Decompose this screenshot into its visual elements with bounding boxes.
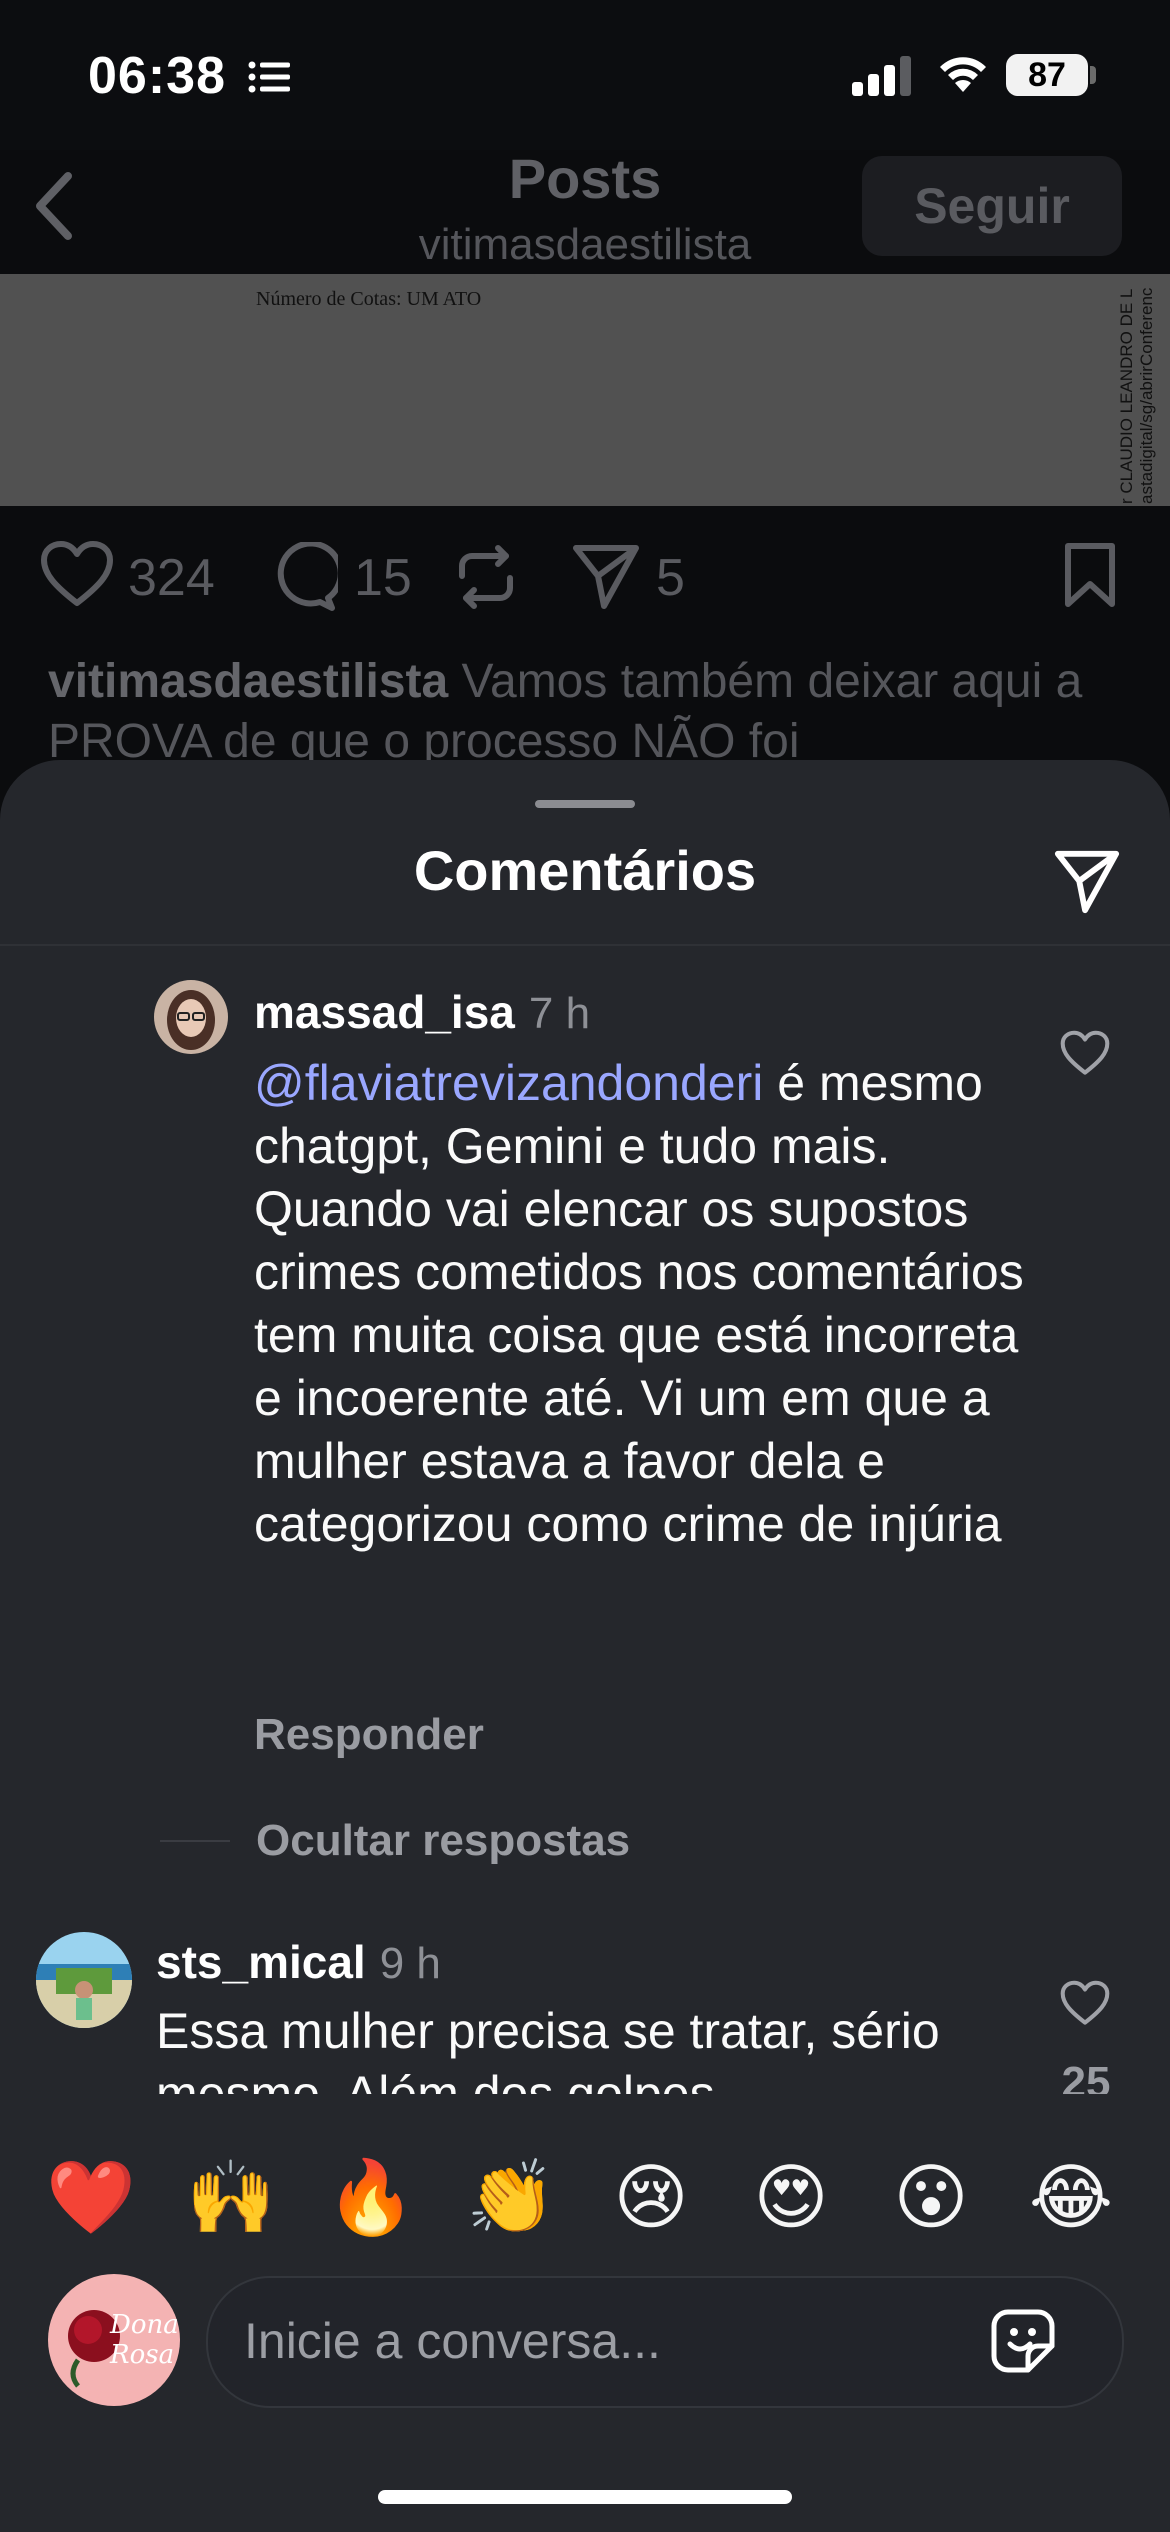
reaction-heart-eyes[interactable]: 😍	[746, 2152, 836, 2242]
comment-header: massad_isa 7 h	[254, 985, 590, 1039]
list-icon	[248, 60, 292, 99]
post-caption: vitimasdaestilista Vamos também deixar a…	[48, 652, 1128, 772]
comments-count: 15	[354, 549, 412, 607]
sheet-title: Comentários	[413, 839, 757, 902]
shares-count: 5	[656, 549, 685, 607]
share-comments-button[interactable]	[1052, 846, 1122, 921]
reaction-laughing-face[interactable]: 😂	[1026, 2152, 1116, 2242]
like-button[interactable]	[40, 540, 114, 613]
avatar[interactable]	[36, 1932, 132, 2028]
reaction-surprised-face[interactable]: 😮	[886, 2152, 976, 2242]
sheet-drag-handle[interactable]	[535, 800, 635, 808]
post-image	[0, 274, 1170, 506]
comment-like-button[interactable]	[1060, 1980, 1110, 2031]
battery-tip	[1090, 66, 1096, 84]
hide-replies-button[interactable]: Ocultar respostas	[256, 1816, 630, 1866]
heart-icon	[1060, 1030, 1110, 1075]
caption-username[interactable]: vitimasdaestilista	[48, 655, 448, 708]
home-indicator[interactable]	[378, 2490, 792, 2504]
post-image-side-text: r CLAUDIO LEANDRO DE L astadigital/sg/ab…	[1114, 276, 1170, 506]
heart-icon	[41, 541, 113, 606]
comment-text: Essa mulher precisa se tratar, sério mes…	[156, 2003, 940, 2094]
reaction-raising-hands[interactable]: 🙌	[186, 2152, 276, 2242]
sheet-divider	[0, 944, 1170, 946]
status-time: 06:38	[88, 47, 226, 105]
doc-side-line-1: r CLAUDIO LEANDRO DE L	[1117, 289, 1136, 504]
avatar-logo-text: Dona Rosa	[110, 2310, 179, 2370]
reply-button[interactable]: Responder	[254, 1710, 484, 1760]
reaction-fire[interactable]: 🔥	[326, 2152, 416, 2242]
likes-count: 324	[128, 549, 215, 607]
sticker-icon	[991, 2309, 1055, 2373]
comment-time: 9 h	[379, 1939, 441, 1988]
comment-header: sts_mical 9 h	[156, 1935, 441, 1989]
comment-icon	[277, 540, 344, 611]
comment-username[interactable]: massad_isa	[254, 986, 515, 1038]
comment-username[interactable]: sts_mical	[156, 1936, 366, 1988]
comment-button[interactable]	[268, 540, 344, 617]
comment-time: 7 h	[528, 989, 591, 1038]
reaction-crying-face[interactable]: 😢	[606, 2152, 696, 2242]
cellular-signal-icon	[852, 56, 914, 101]
comment-text: é mesmo chatgpt, Gemini e tudo mais. Qua…	[254, 1055, 1024, 1552]
comment-like-button[interactable]	[1060, 1030, 1110, 1081]
follow-button[interactable]: Seguir	[862, 156, 1122, 256]
avatar[interactable]	[154, 980, 228, 1054]
save-button[interactable]	[1062, 542, 1118, 613]
battery-indicator: 87	[1006, 54, 1088, 96]
comment-input-placeholder: Inicie a conversa...	[244, 2313, 661, 2369]
share-button[interactable]	[570, 540, 642, 617]
repost-button[interactable]	[454, 542, 518, 617]
reaction-clapping-hands[interactable]: 👏	[466, 2152, 556, 2242]
comment-body: @flaviatrevizandonderi é mesmo chatgpt, …	[254, 1052, 1024, 1556]
heart-icon	[1060, 1980, 1110, 2025]
comment-mention[interactable]: @flaviatrevizandonderi	[254, 1055, 763, 1111]
repost-icon	[459, 545, 513, 609]
paper-plane-icon	[573, 545, 639, 609]
comment-like-count: 25	[1061, 2058, 1111, 2094]
bookmark-icon	[1065, 543, 1115, 607]
reaction-red-heart[interactable]: ❤️	[46, 2152, 136, 2242]
post-image-text: Número de Cotas: UM ATO	[256, 288, 482, 310]
replies-line	[160, 1840, 230, 1842]
sticker-button[interactable]	[988, 2306, 1058, 2381]
comment-body-clip: Essa mulher precisa se tratar, sério mes…	[156, 2000, 976, 2094]
wifi-icon	[938, 54, 988, 99]
paper-plane-icon	[1054, 850, 1120, 914]
doc-side-line-2: astadigital/sg/abrirConferenc	[1137, 287, 1156, 504]
